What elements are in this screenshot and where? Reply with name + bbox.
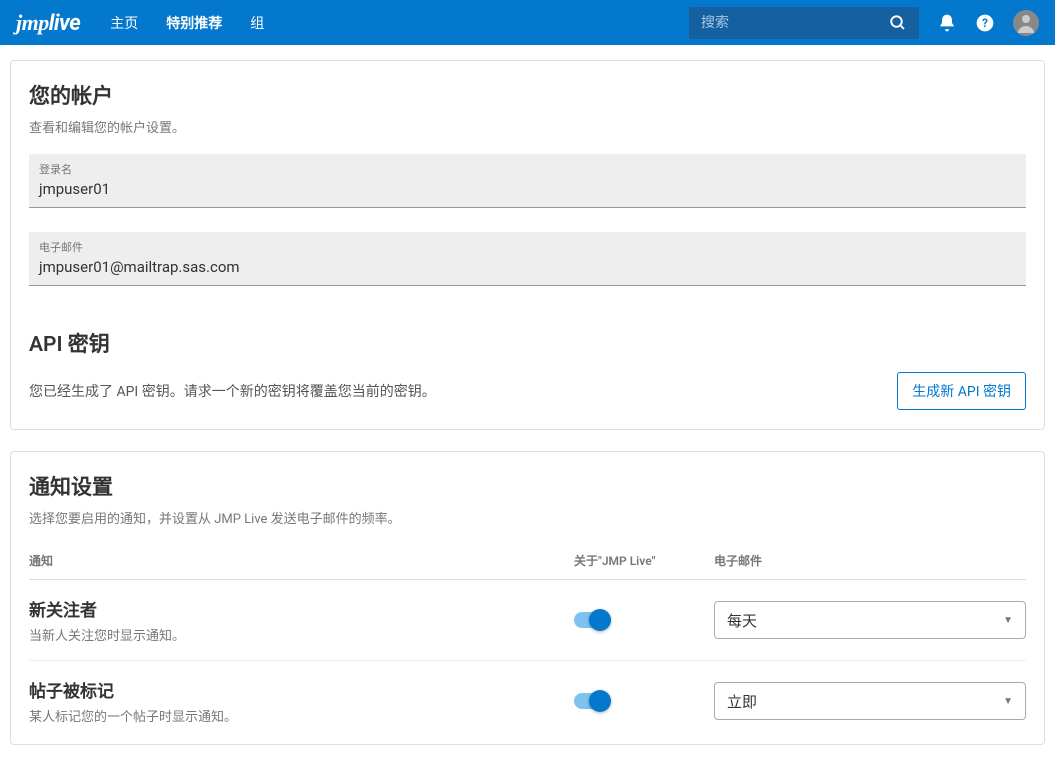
notifications-title: 通知设置	[29, 471, 1026, 501]
search-input[interactable]	[701, 15, 889, 31]
col-header-notif: 通知	[29, 552, 574, 569]
app-header: jmplive 主页 特别推荐 组 ?	[0, 0, 1055, 45]
chevron-down-icon: ▼	[1003, 696, 1013, 707]
notif-select-cell: 每天 ▼	[714, 601, 1026, 639]
search-icon[interactable]	[889, 14, 907, 32]
email-label: 电子邮件	[39, 239, 1016, 255]
account-subtitle: 查看和编辑您的帐户设置。	[29, 117, 1026, 136]
api-title: API 密钥	[29, 328, 1026, 358]
notif-toggle-cell	[574, 693, 714, 709]
col-header-email: 电子邮件	[714, 552, 1026, 569]
nav-home[interactable]: 主页	[110, 13, 138, 33]
main-content: 您的帐户 查看和编辑您的帐户设置。 登录名 jmpuser01 电子邮件 jmp…	[0, 45, 1055, 781]
toggle-new-follower[interactable]	[574, 612, 608, 628]
account-card: 您的帐户 查看和编辑您的帐户设置。 登录名 jmpuser01 电子邮件 jmp…	[10, 60, 1045, 430]
select-post-flagged-frequency[interactable]: 立即 ▼	[714, 682, 1026, 720]
select-value: 立即	[727, 691, 757, 712]
account-title: 您的帐户	[29, 80, 1026, 110]
logo[interactable]: jmplive	[16, 10, 80, 36]
login-label: 登录名	[39, 161, 1016, 177]
login-value: jmpuser01	[39, 180, 1016, 198]
email-value: jmpuser01@mailtrap.sas.com	[39, 258, 1016, 276]
col-header-about: 关于"JMP Live"	[574, 552, 714, 569]
nav-featured[interactable]: 特别推荐	[166, 13, 222, 33]
email-field[interactable]: 电子邮件 jmpuser01@mailtrap.sas.com	[29, 232, 1026, 286]
notif-row-post-flagged: 帖子被标记 某人标记您的一个帖子时显示通知。 立即 ▼	[29, 661, 1026, 725]
select-value: 每天	[727, 610, 757, 631]
notifications-icon[interactable]	[937, 13, 957, 33]
notif-select-cell: 立即 ▼	[714, 682, 1026, 720]
api-text: 您已经生成了 API 密钥。请求一个新的密钥将覆盖您当前的密钥。	[29, 381, 436, 401]
nav: 主页 特别推荐 组	[110, 13, 264, 33]
avatar-icon[interactable]	[1013, 10, 1039, 36]
notif-info: 帖子被标记 某人标记您的一个帖子时显示通知。	[29, 677, 574, 725]
login-field[interactable]: 登录名 jmpuser01	[29, 154, 1026, 208]
notif-row-new-follower: 新关注者 当新人关注您时显示通知。 每天 ▼	[29, 580, 1026, 661]
notif-desc: 某人标记您的一个帖子时显示通知。	[29, 706, 574, 725]
generate-api-key-button[interactable]: 生成新 API 密钥	[897, 372, 1026, 410]
notif-desc: 当新人关注您时显示通知。	[29, 625, 574, 644]
notif-table-header: 通知 关于"JMP Live" 电子邮件	[29, 552, 1026, 580]
header-icons: ?	[937, 10, 1039, 36]
toggle-post-flagged[interactable]	[574, 693, 608, 709]
select-new-follower-frequency[interactable]: 每天 ▼	[714, 601, 1026, 639]
notif-info: 新关注者 当新人关注您时显示通知。	[29, 596, 574, 644]
svg-text:?: ?	[982, 16, 988, 30]
notif-name: 帖子被标记	[29, 677, 574, 702]
notif-toggle-cell	[574, 612, 714, 628]
help-icon[interactable]: ?	[975, 13, 995, 33]
nav-group[interactable]: 组	[250, 13, 264, 33]
notifications-subtitle: 选择您要启用的通知，并设置从 JMP Live 发送电子邮件的频率。	[29, 508, 1026, 527]
notifications-card: 通知设置 选择您要启用的通知，并设置从 JMP Live 发送电子邮件的频率。 …	[10, 451, 1045, 745]
api-row: 您已经生成了 API 密钥。请求一个新的密钥将覆盖您当前的密钥。 生成新 API…	[29, 372, 1026, 410]
notif-name: 新关注者	[29, 596, 574, 621]
search-box[interactable]	[689, 7, 919, 39]
chevron-down-icon: ▼	[1003, 615, 1013, 626]
